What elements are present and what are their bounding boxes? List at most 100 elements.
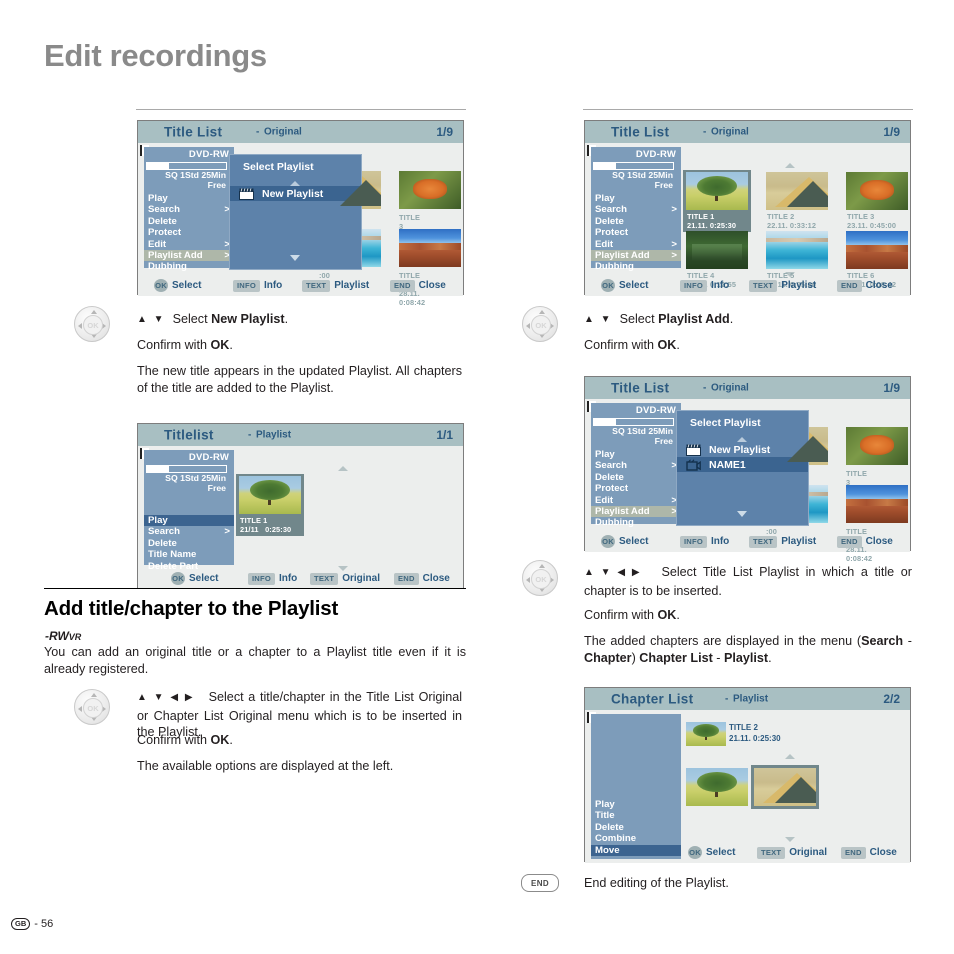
footer-key-ok[interactable]: OK Select <box>601 279 648 292</box>
menu-item-play[interactable]: Play <box>144 193 234 204</box>
menu-item-playlist-add[interactable]: Playlist Add > <box>144 250 234 262</box>
menu-item-title-name[interactable]: Title Name <box>144 549 234 560</box>
menu-item-delete[interactable]: Delete <box>591 216 681 227</box>
menu-item-playlist-add[interactable]: Playlist Add > <box>591 250 681 262</box>
info-key-icon: INFO <box>248 572 275 585</box>
thumbnail-title-6[interactable] <box>846 231 908 269</box>
osd1-left-panel: DVD-RW SQ 1Std 25Min Free Play Search > D… <box>144 147 234 272</box>
disc-info: DVD-RW SQ 1Std 25Min Free <box>144 147 234 190</box>
menu-item-protect[interactable]: Protect <box>144 227 234 238</box>
osd4-title: Title List <box>611 380 670 396</box>
nav-pad-icon-3: OK <box>522 306 558 342</box>
footer-key-text[interactable]: TEXT Playlist <box>302 279 369 292</box>
chapter-thumbnail-2[interactable] <box>754 768 816 806</box>
popup-scroll-down-arrow[interactable] <box>290 255 300 261</box>
thumbnail-title-3[interactable] <box>846 172 908 210</box>
footer-key-info[interactable]: INFO Info <box>233 279 282 292</box>
footer-key-end[interactable]: END Close <box>394 572 450 585</box>
footer-key-text[interactable]: TEXT Playlist <box>749 535 816 548</box>
osd1-menu: Play Search > Delete Protect Edit > Playli… <box>144 193 234 273</box>
thumbnail-title-6[interactable] <box>846 485 908 523</box>
menu-item-search[interactable]: Search > <box>144 204 234 215</box>
menu-item-protect[interactable]: Protect <box>591 227 681 238</box>
menu-item-delete[interactable]: Delete <box>144 538 234 549</box>
disc-format-tag: -RWVR <box>45 629 82 643</box>
thumbnail-title-5[interactable] <box>766 231 828 269</box>
menu-item-delete[interactable]: Delete <box>591 822 681 833</box>
menu-item-search[interactable]: Search > <box>144 526 234 537</box>
footer-key-end[interactable]: END Close <box>837 535 893 548</box>
osd2-header: Titlelist - Playlist 1/1 <box>138 424 463 446</box>
menu-item-search[interactable]: Search > <box>591 204 681 215</box>
osd2-disc-info: DVD-RW SQ 1Std 25Min Free <box>144 450 234 493</box>
menu-item-play[interactable]: Play <box>591 193 681 204</box>
osd3-disc-info: DVD-RW SQ 1Std 25Min Free <box>591 147 681 190</box>
footer-key-text[interactable]: TEXT Playlist <box>749 279 816 292</box>
popup-item-label: New Playlist <box>262 187 324 200</box>
arrows-four-way-icon: ▲ ▼ ◀ ▶ <box>584 567 642 578</box>
osd3-scroll-up-arrow[interactable] <box>785 163 795 168</box>
thumbnail-title-3[interactable] <box>846 427 908 465</box>
menu-item-title[interactable]: Title <box>591 810 681 821</box>
osd4-disc-type-label: DVD-RW <box>635 405 676 416</box>
footer-key-end[interactable]: END Close <box>841 846 897 859</box>
osd5-left-panel: Play Title Delete Combine Move <box>591 714 681 859</box>
popup-scroll-down-arrow[interactable] <box>737 511 747 517</box>
footer-key-text[interactable]: TEXT Original <box>757 846 827 859</box>
footer-key-text[interactable]: TEXT Original <box>310 572 380 585</box>
arrows-up-down-icon: ▲ ▼ <box>137 314 166 325</box>
thumbnail-title-1[interactable] <box>686 172 748 210</box>
menu-item-delete[interactable]: Delete <box>144 216 234 227</box>
step-1-line-1: ▲ ▼ Select New Playlist. <box>137 311 467 330</box>
menu-item-play[interactable]: Play <box>144 515 234 527</box>
osd-title-list-original-new-playlist: Title List - Original 1/9 TITLE 323.11. … <box>137 120 464 307</box>
footer-key-ok[interactable]: OK Select <box>171 572 218 585</box>
osd-chapter-list-playlist: Chapter List - Playlist 2/2 Play Title D… <box>584 687 911 863</box>
footer-key-end[interactable]: END Close <box>390 279 446 292</box>
osd1-title-dash: - <box>256 126 260 138</box>
page-footer: GB - 56 <box>11 918 53 930</box>
osd3-left-panel: DVD-RW SQ 1Std 25Min Free Play Search > D… <box>591 147 681 272</box>
osd3-header: Title List - Original 1/9 <box>585 121 910 143</box>
menu-item-edit[interactable]: Edit > <box>591 239 681 250</box>
osd5-scroll-down-arrow[interactable] <box>785 837 795 842</box>
footer-key-info[interactable]: INFO Info <box>248 572 297 585</box>
footer-key-ok[interactable]: OK Select <box>688 846 735 859</box>
menu-item-edit[interactable]: Edit > <box>144 239 234 250</box>
thumbnail-title-3[interactable] <box>399 171 461 209</box>
chapter-thumbnail-1[interactable] <box>686 768 748 806</box>
osd5-scroll-up-arrow[interactable] <box>785 754 795 759</box>
menu-item-edit[interactable]: Edit > <box>591 495 681 506</box>
nav-pad-icon-2: OK <box>74 689 110 725</box>
section-rule <box>44 588 466 589</box>
menu-item-play[interactable]: Play <box>591 449 681 460</box>
footer-key-ok[interactable]: OK Select <box>601 535 648 548</box>
footer-key-ok[interactable]: OK Select <box>154 279 201 292</box>
menu-item-protect[interactable]: Protect <box>591 483 681 494</box>
popup-scroll-up-arrow[interactable] <box>290 181 300 186</box>
clapperboard-icon <box>239 187 254 200</box>
camera-icon <box>686 458 701 471</box>
osd4-disc-space-bar <box>593 418 674 426</box>
thumbnail-playlist-title-1[interactable] <box>239 476 301 514</box>
osd3-disc-type-label: DVD-RW <box>635 149 676 160</box>
menu-item-combine[interactable]: Combine <box>591 833 681 844</box>
footer-key-end[interactable]: END Close <box>837 279 893 292</box>
footer-key-info[interactable]: INFO Info <box>680 279 729 292</box>
menu-item-dubbing[interactable]: Dubbing <box>591 261 681 272</box>
footer-key-info[interactable]: INFO Info <box>680 535 729 548</box>
thumbnail-title-6[interactable] <box>399 229 461 267</box>
osd-title-list-original-name1: Title List - Original 1/9 TITLE 323.11. … <box>584 376 911 563</box>
osd2-scroll-up-arrow[interactable] <box>338 466 348 471</box>
menu-item-play[interactable]: Play <box>591 799 681 810</box>
menu-item-delete[interactable]: Delete <box>591 472 681 483</box>
menu-item-search[interactable]: Search > <box>591 460 681 471</box>
info-key-icon: INFO <box>233 279 260 292</box>
menu-item-dubbing[interactable]: Dubbing <box>591 517 681 528</box>
popup-scroll-up-arrow[interactable] <box>737 437 747 442</box>
menu-item-dubbing[interactable]: Dubbing <box>144 261 234 272</box>
menu-item-playlist-add[interactable]: Playlist Add > <box>591 506 681 518</box>
thumbnail-title-4[interactable] <box>686 231 748 269</box>
thumbnail-title-2[interactable] <box>766 172 828 210</box>
page-number: - 56 <box>34 918 54 930</box>
